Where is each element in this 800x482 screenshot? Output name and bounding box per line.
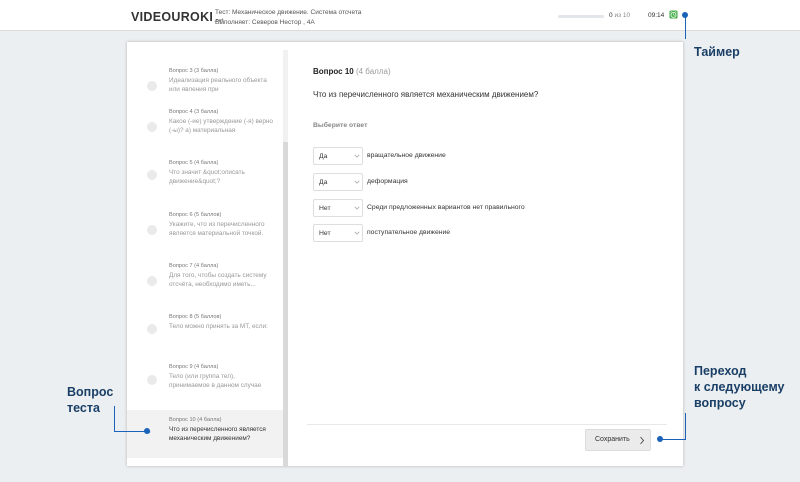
progress-counter: 0 из 10 xyxy=(609,12,630,19)
next-annotation-line1: Переход xyxy=(694,364,747,378)
answer-row: Нет Среди предложенных вариантов нет пра… xyxy=(313,199,663,217)
performer-info: Выполняет: Северов Нестор , 4А xyxy=(215,19,315,26)
answer-select[interactable]: Да xyxy=(313,173,363,191)
answer-label: вращательное движение xyxy=(367,152,446,159)
timer-callout-line xyxy=(685,15,686,39)
question-meta: Вопрос 8 (5 баллов) xyxy=(169,314,222,320)
question-annotation: Вопрос теста xyxy=(67,384,113,416)
question-list-item[interactable]: Вопрос 9 (4 балла) Тело (или группа тел)… xyxy=(127,364,283,414)
question-snippet: Тело (или группа тел), принимаемое в дан… xyxy=(169,373,262,389)
question-meta: Вопрос 6 (5 баллов) xyxy=(169,212,222,218)
answer-select-value: Нет xyxy=(319,205,331,212)
answer-label: деформация xyxy=(367,178,408,185)
question-meta: Вопрос 3 (3 балла) xyxy=(169,68,219,74)
question-list-item[interactable]: Вопрос 5 (4 балла) Что значит &quot;опис… xyxy=(127,160,283,210)
question-status-dot xyxy=(147,276,157,286)
question-heading: Вопрос 10 (4 балла) xyxy=(313,67,391,76)
answer-select-value: Да xyxy=(319,179,328,186)
timer: 09:14 xyxy=(648,12,665,19)
answer-row: Нет поступательное движение xyxy=(313,224,663,242)
alarm-clock-icon xyxy=(669,10,678,19)
question-snippet: Идеализация реального объекта или явлени… xyxy=(169,77,267,93)
question-list-item[interactable]: Вопрос 6 (5 баллов) Укажите, что из пере… xyxy=(127,212,283,262)
site-logo[interactable]: VIDEOUROKI.net xyxy=(131,10,224,24)
test-info: Тест: Механическое движение. Система отс… xyxy=(215,8,361,28)
next-callout-line-v xyxy=(685,413,686,439)
progress-total: из 10 xyxy=(614,12,631,19)
question-points: (4 балла) xyxy=(355,67,391,76)
question-list-item[interactable]: Вопрос 7 (4 балла) Для того, чтобы созда… xyxy=(127,263,283,313)
scrollbar-thumb[interactable] xyxy=(283,142,288,466)
next-annotation-line3: вопросу xyxy=(694,396,746,410)
question-snippet: Для того, чтобы создать систему отсчёта,… xyxy=(169,272,267,288)
save-button-label: Сохранить xyxy=(595,436,630,443)
question-panel: Вопрос 10 (4 балла) Что из перечисленног… xyxy=(307,42,669,466)
question-status-dot xyxy=(147,324,157,334)
next-annotation-line2: к следующему xyxy=(694,380,785,394)
footer-divider xyxy=(307,424,667,425)
question-status-dot xyxy=(147,375,157,385)
question-list: Вопрос 3 (3 балла) Идеализация реального… xyxy=(127,42,285,466)
save-button[interactable]: Сохранить xyxy=(585,429,651,451)
progress-bar xyxy=(558,15,604,18)
chevron-down-icon xyxy=(354,231,360,235)
question-snippet: Что из перечисленного является механичес… xyxy=(169,426,266,442)
answer-label: поступательное движение xyxy=(367,229,451,236)
question-meta: Вопрос 10 (4 балла) xyxy=(169,417,222,423)
answer-row: Да вращательное движение xyxy=(313,147,663,165)
question-annotation-line2: теста xyxy=(67,401,100,415)
next-callout-dot xyxy=(657,436,663,442)
answer-select-value: Нет xyxy=(319,230,331,237)
question-list-scrollbar[interactable] xyxy=(283,50,288,466)
question-snippet: Тело можно принять за МТ, если: xyxy=(169,323,268,330)
question-callout-line-h xyxy=(114,431,146,432)
choose-answer-label: Выберите ответ xyxy=(313,122,368,129)
question-status-dot xyxy=(147,81,157,91)
question-snippet: Укажите, что из перечисленного является … xyxy=(169,221,265,237)
question-meta: Вопрос 5 (4 балла) xyxy=(169,160,219,166)
answer-select[interactable]: Да xyxy=(313,147,363,165)
chevron-right-icon xyxy=(640,436,645,445)
question-list-item[interactable]: Вопрос 4 (3 балла) Какое (-ие) утвержден… xyxy=(127,109,283,159)
next-question-annotation: Переход к следующему вопросу xyxy=(694,363,785,411)
progress-done: 0 xyxy=(609,12,613,19)
question-callout-dot xyxy=(144,428,150,434)
answer-row: Да деформация xyxy=(313,173,663,191)
answer-select-value: Да xyxy=(319,153,328,160)
logo-text: VIDEOUROKI xyxy=(131,10,214,24)
question-snippet: Какое (-ие) утверждение (-я) верно (-ы)?… xyxy=(169,118,273,134)
question-status-dot xyxy=(147,225,157,235)
question-list-item-current[interactable]: › Вопрос 10 (4 балла) Что из перечисленн… xyxy=(127,410,283,458)
question-number: Вопрос 10 xyxy=(313,67,354,76)
question-callout-line-v xyxy=(114,406,115,431)
question-snippet: Что значит &quot;описать движение&quot;? xyxy=(169,169,245,185)
question-text: Что из перечисленного является механичес… xyxy=(313,90,539,99)
chevron-down-icon xyxy=(354,154,360,158)
answer-select[interactable]: Нет xyxy=(313,199,363,217)
chevron-down-icon xyxy=(354,206,360,210)
test-title: Тест: Механическое движение. Система отс… xyxy=(215,9,362,16)
test-card: Вопрос 3 (3 балла) Идеализация реального… xyxy=(127,42,683,466)
question-list-item[interactable]: Вопрос 8 (5 баллов) Тело можно принять з… xyxy=(127,314,283,364)
question-meta: Вопрос 4 (3 балла) xyxy=(169,109,219,115)
timer-annotation: Таймер xyxy=(694,45,740,59)
chevron-down-icon xyxy=(354,180,360,184)
answer-select[interactable]: Нет xyxy=(313,224,363,242)
answer-label: Среди предложенных вариантов нет правиль… xyxy=(367,204,525,211)
top-bar: VIDEOUROKI.net Тест: Механическое движен… xyxy=(0,0,800,31)
question-meta: Вопрос 7 (4 балла) xyxy=(169,263,219,269)
question-meta: Вопрос 9 (4 балла) xyxy=(169,364,219,370)
next-callout-line-h xyxy=(660,439,686,440)
question-annotation-line1: Вопрос xyxy=(67,385,114,399)
question-status-dot xyxy=(147,170,157,180)
question-status-dot xyxy=(147,122,157,132)
timer-callout-dot xyxy=(682,12,688,18)
